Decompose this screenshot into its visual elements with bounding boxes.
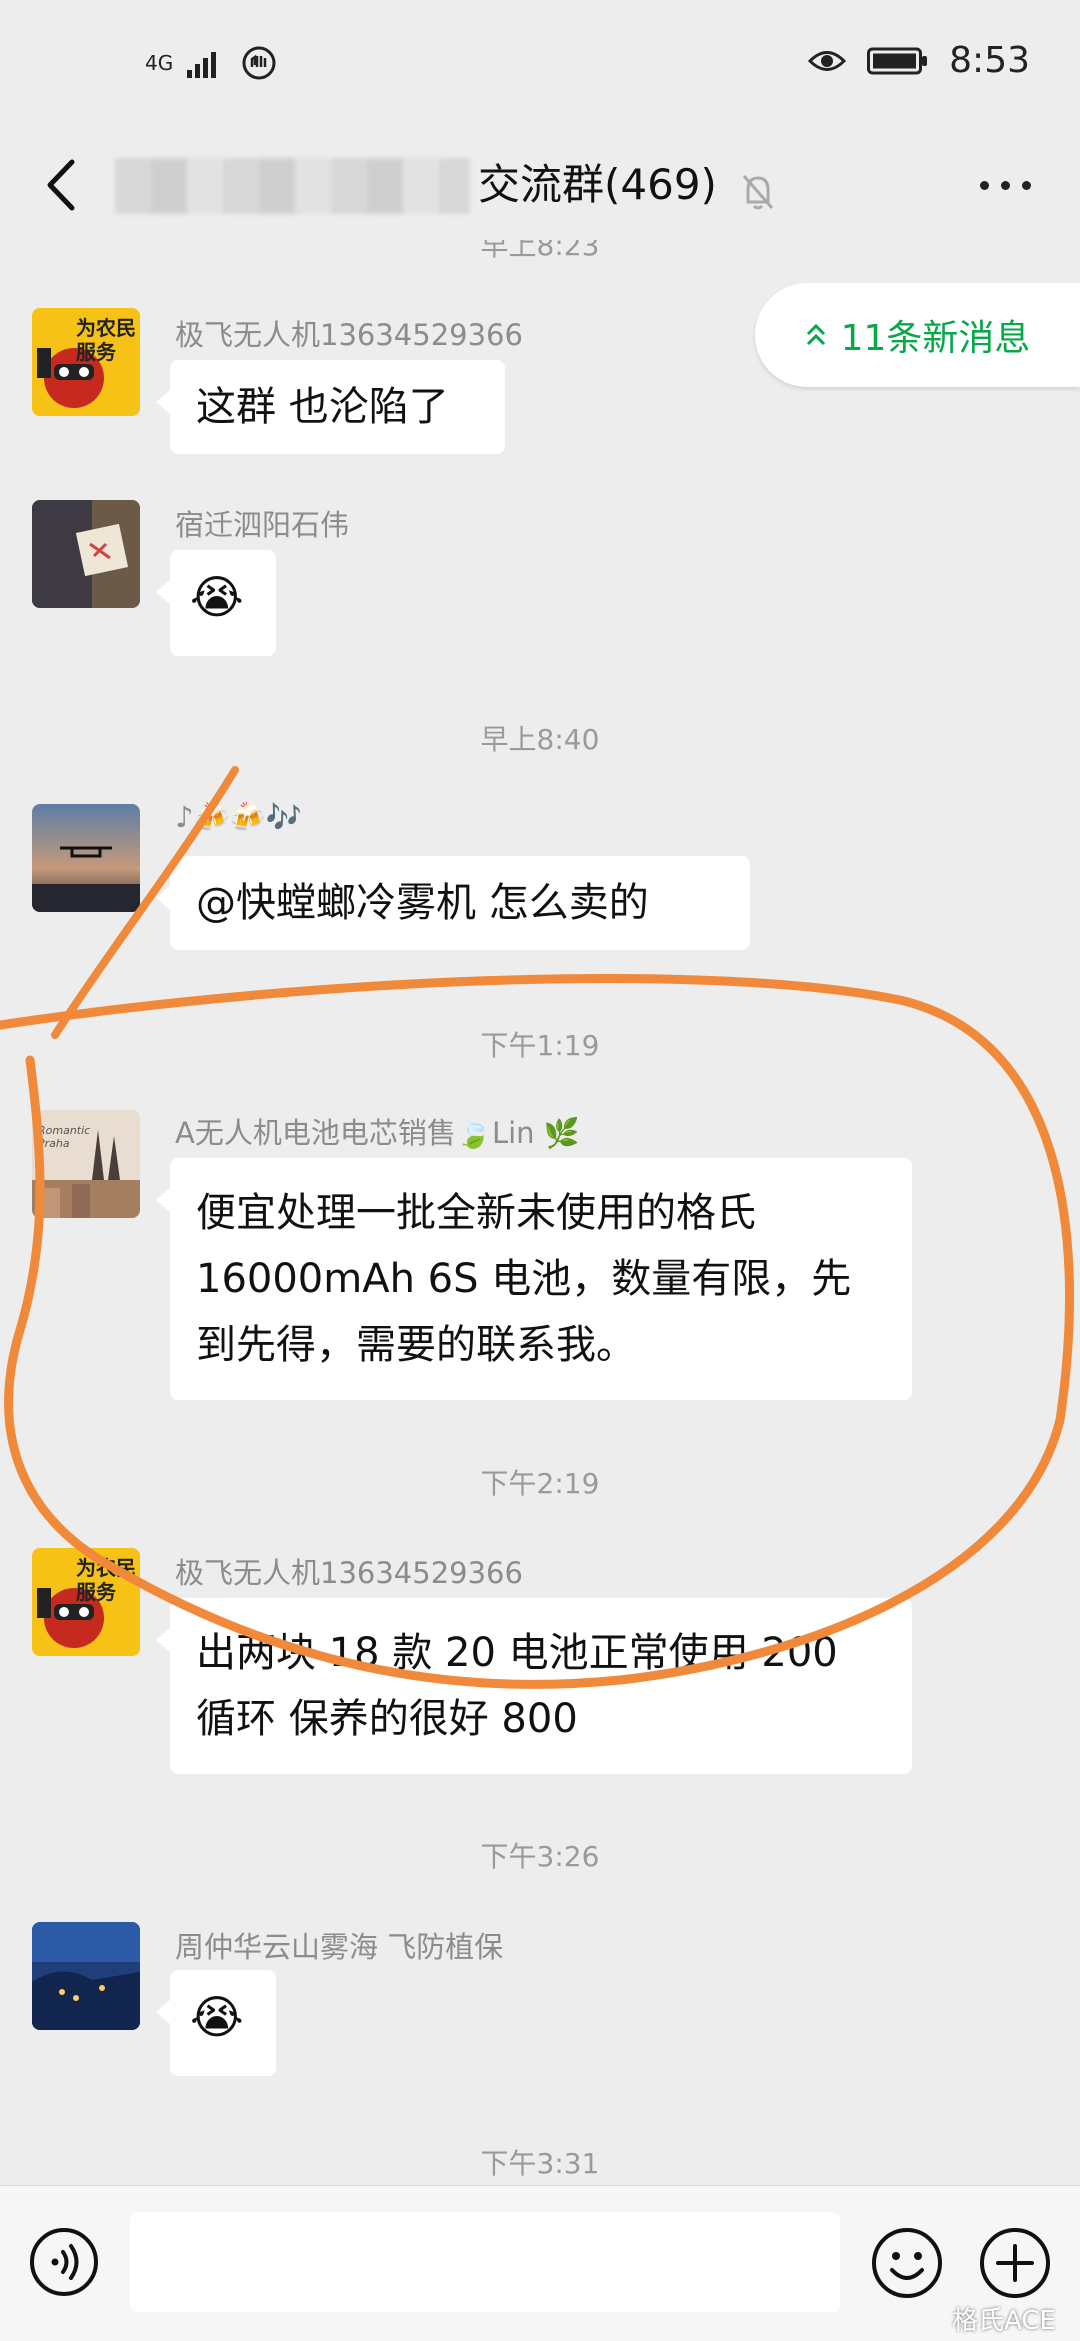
sender-name: 极飞无人机13634529366 <box>175 1556 523 1590</box>
clock: 8:53 <box>949 40 1030 81</box>
network-type: 4G <box>145 51 174 75</box>
message-bubble[interactable]: @快螳螂冷雾机 怎么卖的 <box>156 856 750 950</box>
signal-icon <box>187 52 217 78</box>
time-separator: 早上8:40 <box>480 723 600 756</box>
message-line: 便宜处理一批全新未使用的格氏 <box>196 1190 756 1236</box>
drone-sunset-avatar-icon <box>32 804 140 912</box>
status-bar: 4G 8:53 <box>0 0 1080 130</box>
eye-comfort-icon <box>808 50 847 71</box>
avatar[interactable]: Romantic Praha <box>32 1110 140 1218</box>
mute-bell-icon <box>742 175 774 210</box>
avatar[interactable] <box>32 500 140 608</box>
message-line: 到先得，需要的联系我。 <box>196 1322 636 1368</box>
photo-avatar-icon <box>32 500 140 608</box>
message-bubble[interactable]: 😭 <box>156 1970 276 2076</box>
message-text: @快螳螂冷雾机 怎么卖的 <box>196 880 649 926</box>
avatar-caption: Romantic Praha <box>38 1124 91 1150</box>
sender-name: 宿迁泗阳石伟 <box>175 508 350 542</box>
message-text: 这群 也沦陷了 <box>196 384 449 430</box>
more-dots-icon <box>980 180 989 190</box>
message-bubble[interactable]: 这群 也沦陷了 <box>156 360 505 454</box>
chat-area[interactable]: 早上8:23 为农民服务 极飞无人机13634529366 这群 也沦陷了 11… <box>0 240 1080 2185</box>
avatar[interactable] <box>32 804 140 912</box>
message-text: 😭 <box>190 570 244 624</box>
time-separator: 下午3:26 <box>480 1840 600 1873</box>
message-bubble[interactable]: 😭 <box>156 550 276 656</box>
more-options-button[interactable] <box>980 170 1040 200</box>
message-line: 循环 保养的很好 800 <box>196 1696 578 1742</box>
avatar-badge-text: 为农民服务 <box>76 1556 136 1604</box>
double-up-arrow-icon <box>806 323 825 346</box>
message-bubble[interactable]: 便宜处理一批全新未使用的格氏 16000mAh 6S 电池，数量有限，先 到先得… <box>156 1158 912 1400</box>
sender-name: A无人机电池电芯销售🍃Lin 🌿 <box>175 1116 580 1150</box>
new-messages-button[interactable]: 11条新消息 <box>755 283 1080 387</box>
time-separator: 早上8:23 <box>480 240 600 262</box>
time-separator: 下午1:19 <box>480 1029 600 1062</box>
time-separator: 下午2:19 <box>480 1467 600 1500</box>
plus-icon[interactable] <box>978 2226 1052 2300</box>
message-bubble[interactable]: 出两块 18 款 20 电池正常使用 200 循环 保养的很好 800 <box>156 1598 912 1774</box>
avatar[interactable] <box>32 1922 140 2030</box>
avatar[interactable]: 为农民服务 <box>32 1548 140 1656</box>
seaside-town-avatar-icon <box>32 1922 140 2030</box>
sender-name: 周仲华云山雾海 飞防植保 <box>175 1930 504 1964</box>
back-arrow-icon[interactable] <box>30 150 100 220</box>
watermark: 格氏ACE <box>952 2306 1056 2336</box>
battery-icon <box>867 47 928 74</box>
security-shield-icon <box>242 46 276 80</box>
new-messages-label: 11条新消息 <box>840 318 1031 359</box>
sender-name: 极飞无人机13634529366 <box>175 318 523 352</box>
group-title: 交流群(469) <box>478 160 717 209</box>
time-separator: 下午3:31 <box>480 2147 600 2180</box>
sender-name: ♪🍻🍻🎶 <box>175 800 302 834</box>
input-bar <box>0 2185 1080 2341</box>
emoji-icon[interactable] <box>870 2226 944 2300</box>
message-input[interactable] <box>130 2212 840 2312</box>
chat-header: 交流群(469) <box>0 130 1080 240</box>
avatar-badge-text: 为农民服务 <box>76 316 136 364</box>
message-text: 😭 <box>190 1990 244 2044</box>
message-line: 出两块 18 款 20 电池正常使用 200 <box>196 1630 838 1676</box>
message-line: 16000mAh 6S 电池，数量有限，先 <box>196 1256 852 1302</box>
voice-input-icon[interactable] <box>28 2226 100 2298</box>
blurred-group-name <box>115 158 470 214</box>
avatar[interactable]: 为农民服务 <box>32 308 140 416</box>
